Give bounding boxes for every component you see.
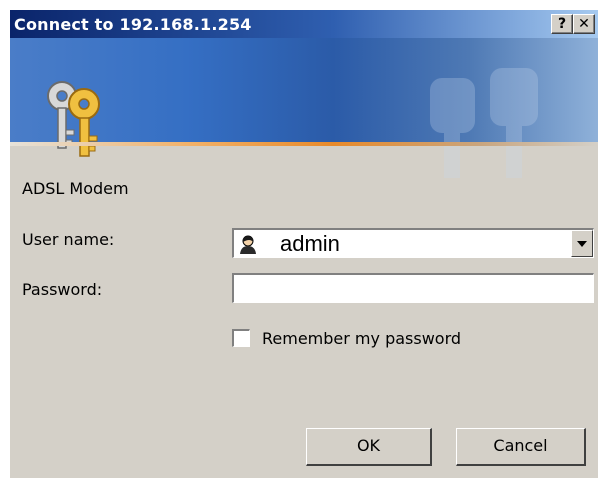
password-label: Password: bbox=[22, 280, 103, 299]
user-icon bbox=[240, 235, 256, 254]
chevron-down-icon bbox=[577, 241, 587, 247]
cancel-button[interactable]: Cancel bbox=[456, 428, 586, 466]
username-combobox[interactable]: admin bbox=[232, 228, 594, 258]
close-button[interactable]: ✕ bbox=[573, 14, 595, 34]
username-label: User name: bbox=[22, 230, 115, 249]
remember-password-checkbox[interactable] bbox=[232, 329, 250, 347]
remember-password-label[interactable]: Remember my password bbox=[262, 329, 461, 348]
username-value: admin bbox=[280, 231, 340, 256]
ok-button[interactable]: OK bbox=[306, 428, 432, 466]
keys-watermark-icon bbox=[430, 68, 538, 178]
login-dialog: Connect to 192.168.1.254 ? ✕ ADSL Modem … bbox=[10, 10, 598, 478]
title-bar[interactable]: Connect to 192.168.1.254 ? ✕ bbox=[10, 10, 598, 38]
banner-accent-stripe bbox=[10, 142, 598, 146]
username-dropdown-button[interactable] bbox=[571, 230, 593, 257]
banner bbox=[10, 38, 598, 178]
help-button[interactable]: ? bbox=[551, 14, 573, 34]
realm-label: ADSL Modem bbox=[22, 179, 129, 198]
keys-icon bbox=[47, 81, 100, 157]
password-field[interactable] bbox=[232, 273, 594, 303]
window-title: Connect to 192.168.1.254 bbox=[14, 15, 252, 34]
